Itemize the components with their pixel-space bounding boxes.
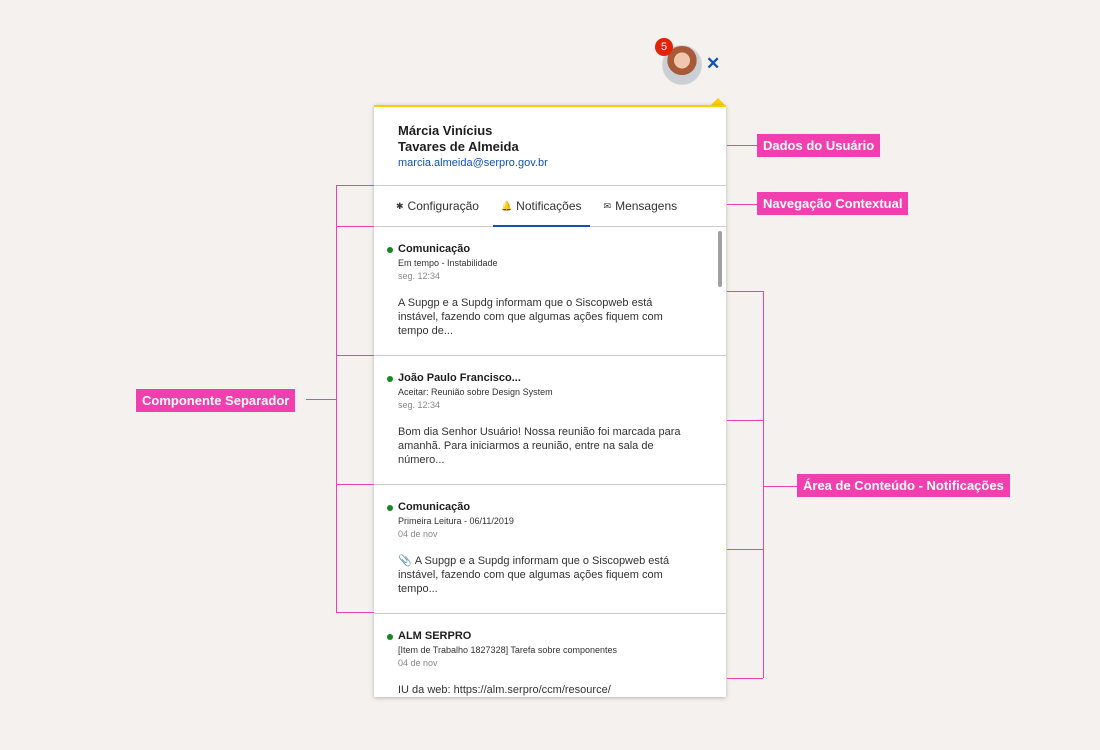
user-name-line-2: Tavares de Almeida <box>398 139 519 154</box>
notification-count-badge: 5 <box>655 38 673 56</box>
paperclip-icon: 📎 <box>398 555 412 567</box>
annotation-line <box>336 185 374 186</box>
notification-title: João Paulo Francisco... <box>398 372 521 384</box>
notification-body: 📎 A Supgp e a Supdg informam que o Siscop… <box>398 554 693 596</box>
envelope-icon: ✉ <box>603 200 612 211</box>
user-email-link[interactable]: marcia.almeida@serpro.gov.br <box>398 157 702 169</box>
notification-subtitle: Aceitar: Reunião sobre Design System <box>398 387 553 397</box>
annotation-line <box>727 678 763 679</box>
notification-time: seg. 12:34 <box>398 400 441 410</box>
annotation-line <box>727 549 763 550</box>
contextual-navigation: ✱ Configuração 🔔 Notificações ✉ Mensagen… <box>374 186 726 227</box>
user-name-line-1: Márcia Vinícius <box>398 123 493 138</box>
notification-body: Bom dia Senhor Usuário! Nossa reunião fo… <box>398 426 681 466</box>
notification-item[interactable]: João Paulo Francisco... Aceitar: Reunião… <box>374 356 726 485</box>
annotation-line <box>336 484 374 485</box>
notification-title: Comunicação <box>398 501 471 513</box>
annotation-line <box>763 486 797 487</box>
notifications-list[interactable]: Comunicação Em tempo - Instabilidade seg… <box>374 227 726 697</box>
tab-label: Configuração <box>407 199 479 213</box>
tab-notificacoes[interactable]: 🔔 Notificações <box>492 186 590 227</box>
notification-time: seg. 12:34 <box>398 271 441 281</box>
tab-configuracao[interactable]: ✱ Configuração <box>396 186 479 226</box>
unread-dot-icon <box>387 634 393 640</box>
annotation-user-data: Dados do Usuário <box>757 134 881 157</box>
tab-label: Mensagens <box>615 199 678 213</box>
notification-subtitle: Primeira Leitura - 06/11/2019 <box>398 516 514 526</box>
notification-title: Comunicação <box>398 243 471 255</box>
gear-icon: ✱ <box>396 200 404 211</box>
unread-dot-icon <box>387 505 393 511</box>
annotation-line <box>306 399 336 400</box>
notification-subtitle: Em tempo - Instabilidade <box>398 258 498 268</box>
notification-time: 04 de nov <box>398 529 438 539</box>
close-icon[interactable]: ✕ <box>706 55 720 73</box>
notification-body: IU da web: https://alm.serpro/ccm/resour… <box>398 684 611 696</box>
bell-icon: 🔔 <box>500 200 513 211</box>
notification-item[interactable]: Comunicação Primeira Leitura - 06/11/201… <box>374 485 726 614</box>
notification-title: ALM SERPRO <box>398 630 472 642</box>
annotation-line <box>727 420 763 421</box>
annotation-line <box>336 226 374 227</box>
annotation-line <box>336 612 374 613</box>
user-menu-panel: Márcia Vinícius Tavares de Almeida marci… <box>374 105 726 697</box>
notification-body-text: A Supgp e a Supdg informam que o Siscopw… <box>398 555 670 595</box>
unread-dot-icon <box>387 247 393 253</box>
annotation-line <box>763 291 764 678</box>
annotation-line <box>336 355 374 356</box>
annotation-line <box>727 204 757 205</box>
annotation-line <box>727 291 763 292</box>
notification-item[interactable]: ALM SERPRO [Item de Trabalho 1827328] Ta… <box>374 614 726 697</box>
annotation-content-area: Área de Conteúdo - Notificações <box>797 474 1010 497</box>
annotation-line <box>336 185 337 612</box>
annotation-navigation: Navegação Contextual <box>757 192 909 215</box>
panel-pointer <box>711 98 725 105</box>
unread-dot-icon <box>387 376 393 382</box>
notification-item[interactable]: Comunicação Em tempo - Instabilidade seg… <box>374 227 726 356</box>
annotation-separator: Componente Separador <box>136 389 296 412</box>
annotation-line <box>727 145 757 146</box>
tab-label: Notificações <box>516 199 582 213</box>
tab-mensagens[interactable]: ✉ Mensagens <box>604 186 678 226</box>
notification-subtitle: [Item de Trabalho 1827328] Tarefa sobre … <box>398 645 617 655</box>
user-info-section: Márcia Vinícius Tavares de Almeida marci… <box>374 107 726 186</box>
notification-time: 04 de nov <box>398 658 438 668</box>
notification-body: A Supgp e a Supdg informam que o Siscopw… <box>398 297 663 337</box>
